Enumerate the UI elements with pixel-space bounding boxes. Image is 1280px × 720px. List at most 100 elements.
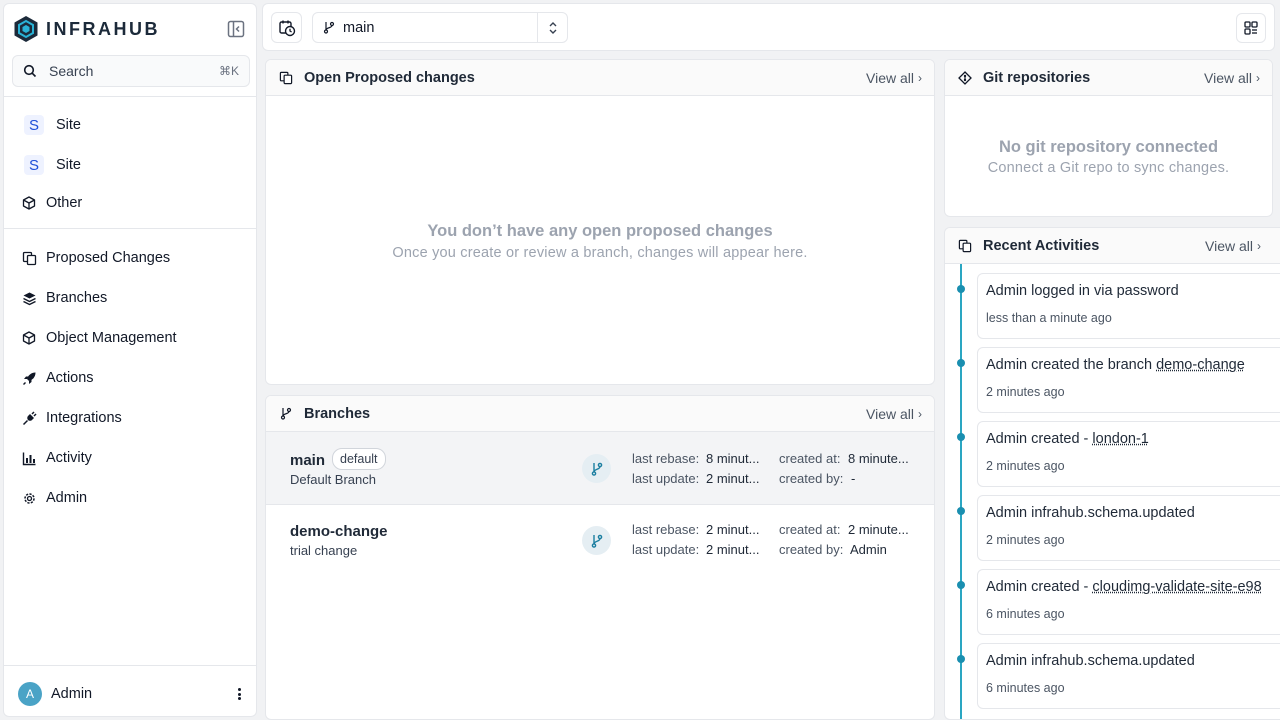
last-update-label: last update:: [632, 471, 700, 486]
activity-icon: [957, 238, 973, 254]
git-branch-icon: [278, 406, 294, 422]
last-rebase-label: last rebase:: [632, 522, 700, 537]
activity-actor: Admin: [986, 283, 1028, 299]
branch-dropdown-toggle[interactable]: [537, 13, 567, 42]
more-options-icon[interactable]: [232, 686, 246, 702]
infrahub-logo-icon: [14, 16, 38, 42]
proposed-changes-card: Open Proposed changes View all › You don’…: [265, 59, 935, 385]
activity-text: infrahub.schema.updated: [1031, 653, 1195, 669]
activity-item[interactable]: Admin infrahub.schema.updated 2 minutes …: [977, 495, 1280, 561]
activity-time: less than a minute ago: [986, 311, 1112, 325]
search-icon: [23, 64, 37, 78]
branch-row[interactable]: main default Default Branch last rebase:…: [266, 432, 934, 504]
sidebar-item-label: Activity: [46, 450, 92, 466]
activity-time: 2 minutes ago: [986, 385, 1065, 399]
sidebar-item-other[interactable]: Other: [20, 189, 82, 217]
last-rebase-value: 2 minut...: [706, 522, 760, 537]
view-all-link[interactable]: View all ›: [866, 406, 922, 422]
created-at-label: created at:: [779, 522, 841, 537]
search-shortcut: ⌘K: [218, 64, 239, 78]
timeline-line: [960, 264, 962, 719]
view-all-label: View all: [866, 405, 914, 422]
card-title: Git repositories: [983, 69, 1091, 86]
branch-description: trial change: [290, 543, 358, 558]
activity-actor: Admin: [986, 653, 1028, 669]
sidebar-item-object-management[interactable]: Object Management: [20, 324, 177, 352]
branch-row[interactable]: demo-change trial change last rebase: 2 …: [266, 504, 934, 576]
cube-icon: [20, 194, 38, 212]
last-rebase-label: last rebase:: [632, 451, 700, 466]
view-all-link[interactable]: View all ›: [1205, 238, 1261, 254]
branch-selector[interactable]: main: [312, 12, 568, 43]
sidebar-item-label: Other: [46, 195, 83, 211]
sidebar-item-proposed-changes[interactable]: Proposed Changes: [20, 244, 170, 272]
created-by-label: created by:: [779, 542, 844, 557]
sidebar-item-label: Site: [56, 157, 81, 173]
divider: [4, 665, 256, 666]
recent-activities-card: Recent Activities View all › Admin logged…: [944, 227, 1280, 720]
last-update-value: 2 minut...: [706, 542, 760, 557]
activity-actor: Admin: [986, 505, 1028, 521]
activity-item[interactable]: Admin created the branch demo-change 2 m…: [977, 347, 1280, 413]
activity-time: 6 minutes ago: [986, 607, 1065, 621]
view-all-link[interactable]: View all ›: [1204, 70, 1260, 86]
created-by-value: -: [851, 471, 856, 486]
logo[interactable]: INFRAHUB: [12, 14, 250, 44]
created-at-label: created at:: [779, 451, 841, 466]
branches-card: Branches View all › main default Default …: [265, 395, 935, 720]
sidebar-item-label: Actions: [46, 370, 94, 386]
sidebar-item-admin[interactable]: Admin: [20, 484, 87, 512]
sidebar-item-label: Object Management: [46, 330, 177, 346]
timeline-dot: [957, 507, 965, 515]
created-by-label: created by:: [779, 471, 844, 486]
apps-button[interactable]: [1236, 13, 1266, 43]
divider: [4, 96, 256, 97]
view-all-label: View all: [866, 69, 914, 86]
activity-item[interactable]: Admin created - cloudimg-validate-site-e…: [977, 569, 1280, 635]
top-bar: main: [262, 3, 1275, 51]
git-branch-icon: [582, 526, 611, 555]
view-all-link[interactable]: View all ›: [866, 70, 922, 86]
sidebar-item-actions[interactable]: Actions: [20, 364, 94, 392]
timeline-dot: [957, 359, 965, 367]
cube-icon: [20, 329, 38, 347]
sidebar-item-site[interactable]: S Site: [22, 111, 81, 139]
last-rebase-value: 8 minut...: [706, 451, 760, 466]
sidebar-item-label: Branches: [46, 290, 108, 306]
sidebar-item-label: Proposed Changes: [46, 250, 171, 266]
branch-name: main: [290, 452, 326, 469]
timeline-dot: [957, 655, 965, 663]
proposed-changes-icon: [278, 70, 294, 86]
user-name: Admin: [51, 686, 93, 702]
search-input[interactable]: Search ⌘K: [12, 55, 250, 87]
activity-target-link[interactable]: london-1: [1092, 431, 1148, 447]
git-repositories-card: Git repositories View all › No git reposi…: [944, 59, 1273, 217]
collapse-sidebar-icon[interactable]: [226, 19, 246, 39]
activity-target-link[interactable]: cloudimg-validate-site-e98: [1092, 579, 1261, 595]
time-travel-button[interactable]: [271, 12, 302, 43]
last-update-value: 2 minut...: [706, 471, 760, 486]
empty-state-title: No git repository connected: [998, 138, 1219, 156]
sidebar-item-label: Site: [56, 117, 81, 133]
activity-item[interactable]: Admin logged in via password less than a…: [977, 273, 1280, 339]
sidebar-item-integrations[interactable]: Integrations: [20, 404, 122, 432]
sidebar-item-activity[interactable]: Activity: [20, 444, 92, 472]
chart-icon: [20, 449, 38, 467]
empty-state-subtitle: Once you create or review a branch, chan…: [392, 245, 808, 261]
sidebar-item-site[interactable]: S Site: [22, 151, 81, 179]
activity-time: 6 minutes ago: [986, 681, 1065, 695]
activity-actor: Admin: [986, 357, 1028, 373]
empty-state-subtitle: Connect a Git repo to sync changes.: [987, 160, 1230, 176]
branch-description: Default Branch: [290, 472, 376, 487]
sidebar-item-branches[interactable]: Branches: [20, 284, 107, 312]
avatar: A: [18, 682, 42, 706]
activity-item[interactable]: Admin infrahub.schema.updated 6 minutes …: [977, 643, 1280, 709]
activity-target-link[interactable]: demo-change: [1156, 357, 1245, 373]
activity-text: created -: [1031, 431, 1089, 447]
created-at-value: 8 minute...: [848, 451, 909, 466]
user-menu[interactable]: A Admin: [18, 681, 246, 707]
activity-time: 2 minutes ago: [986, 459, 1065, 473]
activity-item[interactable]: Admin created - london-1 2 minutes ago: [977, 421, 1280, 487]
chevron-right-icon: ›: [918, 406, 922, 421]
card-title: Open Proposed changes: [304, 69, 475, 86]
